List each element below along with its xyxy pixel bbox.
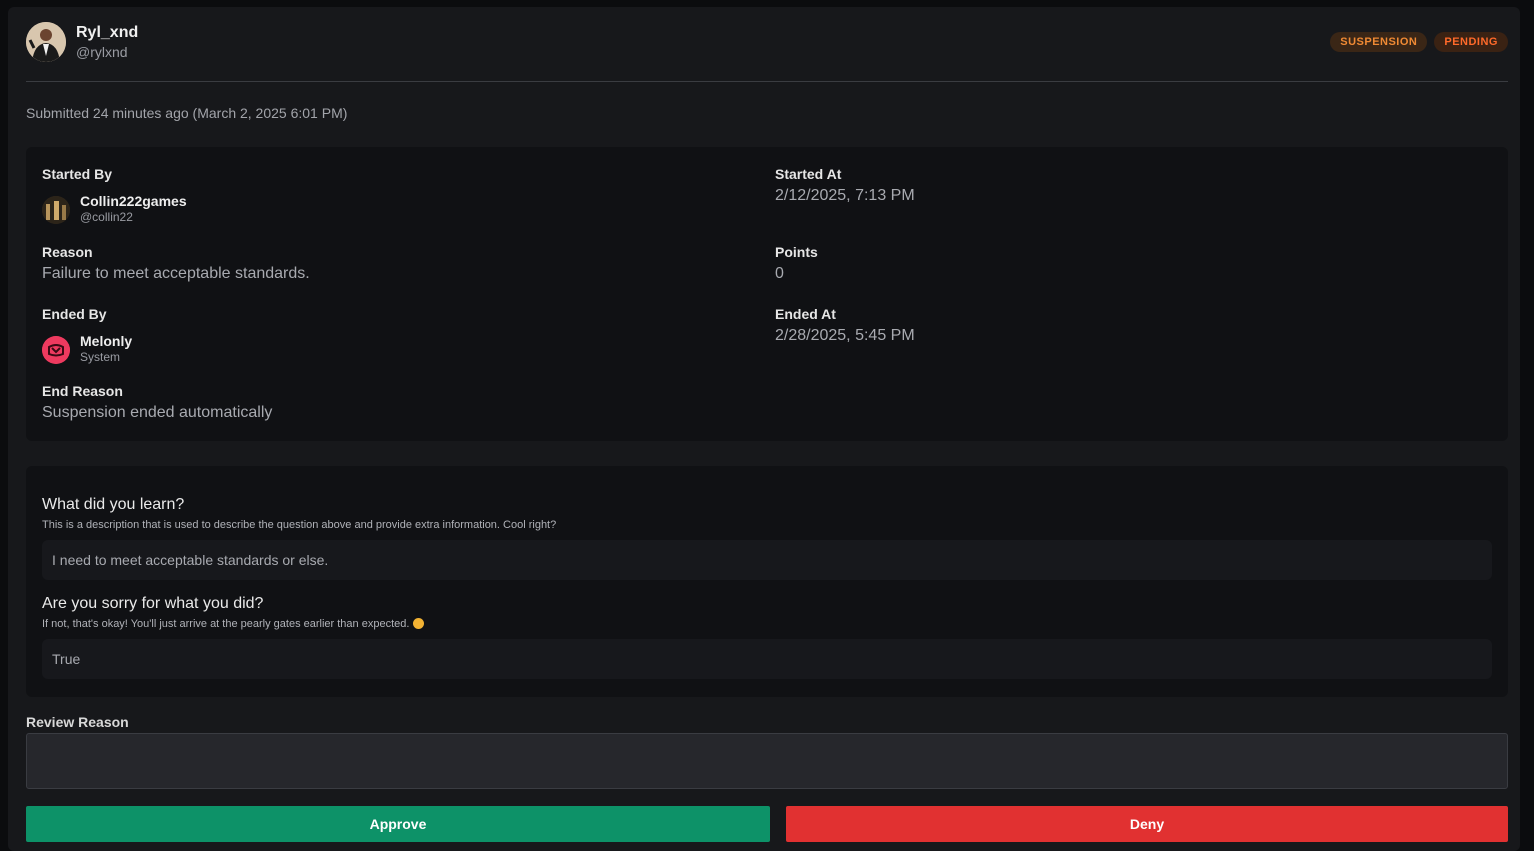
appeal-card: Ryl_xnd @rylxnd SUSPENSION PENDING Submi… bbox=[8, 7, 1520, 851]
ended-by-sub: System bbox=[80, 350, 121, 364]
username: Ryl_xnd bbox=[76, 24, 139, 41]
smile-emoji-icon bbox=[413, 618, 425, 629]
review-reason-input[interactable] bbox=[26, 733, 1508, 789]
header-divider bbox=[26, 81, 1508, 82]
question-title: What did you learn? bbox=[42, 496, 185, 513]
punishment-details-panel: Started By Collin222games @collin22 Star… bbox=[26, 147, 1508, 441]
question-description-text: If not, that's okay! You'll just arrive … bbox=[42, 618, 410, 630]
ended-by-label: Ended By bbox=[42, 306, 107, 322]
reason-label: Reason bbox=[42, 244, 93, 260]
ended-at-value: 2/28/2025, 5:45 PM bbox=[775, 327, 915, 344]
status-badges: SUSPENSION PENDING bbox=[1330, 32, 1508, 52]
type-badge: SUSPENSION bbox=[1330, 32, 1428, 52]
started-at-label: Started At bbox=[775, 166, 842, 182]
deny-button[interactable]: Deny bbox=[786, 806, 1508, 842]
points-label: Points bbox=[775, 244, 818, 260]
question-description: This is a description that is used to de… bbox=[42, 519, 557, 531]
reason-value: Failure to meet acceptable standards. bbox=[42, 265, 310, 282]
user-avatar bbox=[26, 22, 66, 62]
question-answer: True bbox=[42, 639, 1492, 679]
question-answer: I need to meet acceptable standards or e… bbox=[42, 540, 1492, 580]
started-by-avatar bbox=[42, 196, 70, 224]
submitted-timestamp: Submitted 24 minutes ago (March 2, 2025 … bbox=[26, 105, 348, 121]
question-title: Are you sorry for what you did? bbox=[42, 595, 264, 612]
questions-panel: What did you learn? This is a descriptio… bbox=[26, 466, 1508, 697]
status-badge: PENDING bbox=[1434, 32, 1508, 52]
review-reason-label: Review Reason bbox=[26, 714, 129, 730]
started-by-handle: @collin22 bbox=[80, 210, 133, 224]
end-reason-value: Suspension ended automatically bbox=[42, 404, 273, 421]
ended-by-name: Melonly bbox=[80, 333, 133, 349]
question-description: If not, that's okay! You'll just arrive … bbox=[42, 618, 425, 630]
approve-button[interactable]: Approve bbox=[26, 806, 770, 842]
points-value: 0 bbox=[775, 265, 784, 282]
started-at-value: 2/12/2025, 7:13 PM bbox=[775, 187, 915, 204]
started-by-name: Collin222games bbox=[80, 193, 187, 209]
user-handle: @rylxnd bbox=[76, 44, 128, 60]
appeal-header: Ryl_xnd @rylxnd SUSPENSION PENDING bbox=[26, 22, 1508, 82]
ended-at-label: Ended At bbox=[775, 306, 836, 322]
melonly-icon bbox=[42, 336, 70, 364]
started-by-label: Started By bbox=[42, 166, 113, 182]
end-reason-label: End Reason bbox=[42, 383, 123, 399]
